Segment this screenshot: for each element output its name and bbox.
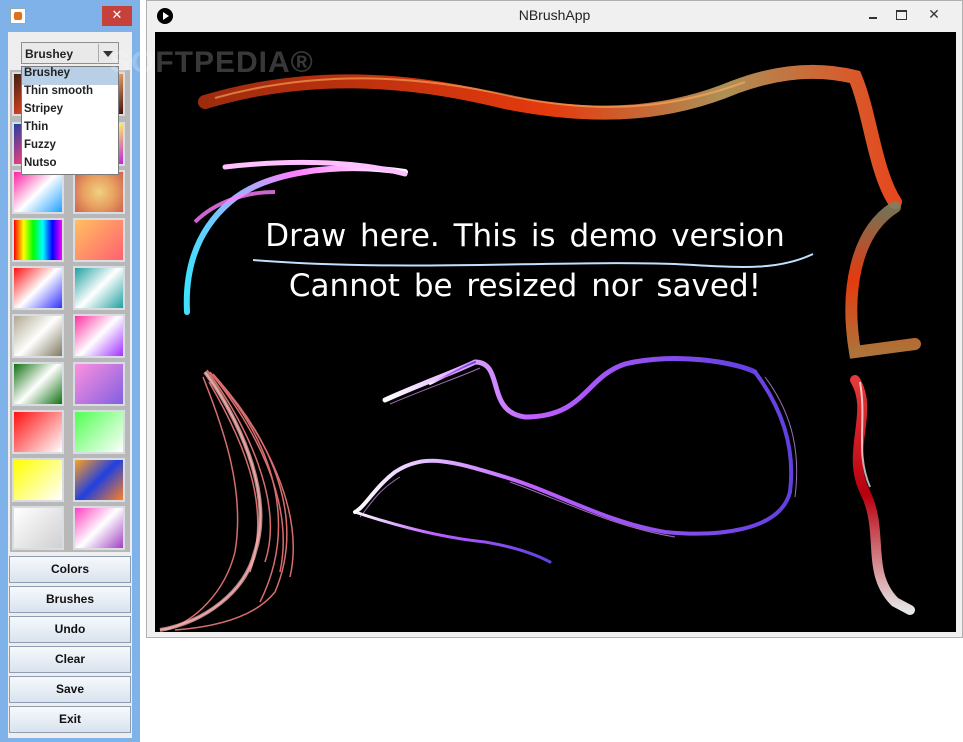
brush-strokes: [159, 64, 921, 632]
brush-select-value: Brushey: [25, 47, 74, 61]
swatch-16[interactable]: [73, 410, 125, 454]
brushes-button[interactable]: Brushes: [9, 586, 131, 613]
swatch-5[interactable]: [12, 170, 64, 214]
clear-button[interactable]: Clear: [9, 646, 131, 673]
tool-window-close-button[interactable]: ✕: [102, 6, 132, 26]
close-button[interactable]: ✕: [919, 7, 949, 23]
save-button[interactable]: Save: [9, 676, 131, 703]
swatch-8[interactable]: [73, 218, 125, 262]
drawing-canvas[interactable]: Draw here. This is demo version Cannot b…: [155, 32, 956, 632]
swatch-10[interactable]: [73, 266, 125, 310]
swatch-19[interactable]: [12, 506, 64, 550]
swatch-12[interactable]: [73, 314, 125, 358]
swatch-6[interactable]: [73, 170, 125, 214]
exit-button[interactable]: Exit: [9, 706, 131, 733]
colors-button[interactable]: Colors: [9, 556, 131, 583]
brush-option-fuzzy[interactable]: Fuzzy: [22, 139, 118, 157]
main-window: NBrushApp ✕ Draw here. This is demo vers…: [146, 0, 963, 638]
swatch-20[interactable]: [73, 506, 125, 550]
tool-palette-window: ✕ Brushey Brushey Thin smooth Stripey Th…: [0, 0, 140, 742]
swatch-7[interactable]: [12, 218, 64, 262]
maximize-button[interactable]: [891, 7, 911, 23]
undo-button[interactable]: Undo: [9, 616, 131, 643]
demo-text-line-2: Cannot be resized nor saved!: [288, 268, 762, 304]
brush-select[interactable]: Brushey: [21, 42, 119, 64]
swatch-14[interactable]: [73, 362, 125, 406]
demo-text-line-1: Draw here. This is demo version: [265, 218, 785, 254]
brush-option-thin[interactable]: Thin: [22, 121, 118, 139]
swatch-18[interactable]: [73, 458, 125, 502]
swatch-9[interactable]: [12, 266, 64, 310]
brush-option-nutso[interactable]: Nutso: [22, 157, 118, 175]
java-app-icon: [10, 8, 26, 24]
brush-option-stripey[interactable]: Stripey: [22, 103, 118, 121]
swatch-13[interactable]: [12, 362, 64, 406]
swatch-17[interactable]: [12, 458, 64, 502]
brush-dropdown-list: Brushey Thin smooth Stripey Thin Fuzzy N…: [21, 66, 119, 175]
swatch-11[interactable]: [12, 314, 64, 358]
brush-option-thin-smooth[interactable]: Thin smooth: [22, 85, 118, 103]
window-title: NBrushApp: [518, 7, 591, 23]
minimize-button[interactable]: [863, 7, 883, 23]
swatch-15[interactable]: [12, 410, 64, 454]
brush-option-brushey[interactable]: Brushey: [22, 67, 118, 85]
watermark-text: SOFTPEDIA®: [110, 46, 314, 79]
